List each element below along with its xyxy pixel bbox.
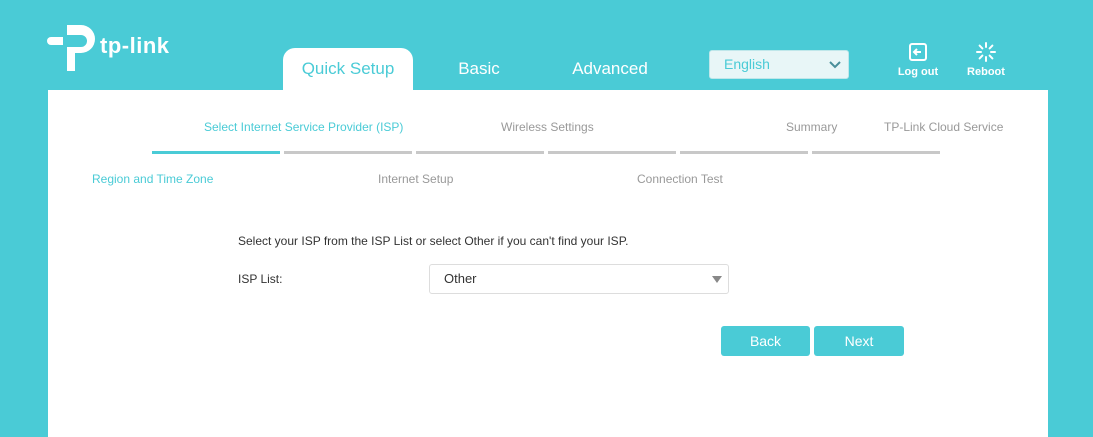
progress-segment [416,151,544,154]
step-internet-setup: Internet Setup [378,172,454,186]
main-panel: Select Internet Service Provider (ISP) W… [48,90,1048,437]
tab-quick-setup[interactable]: Quick Setup [283,48,413,90]
language-select[interactable]: English [709,50,849,79]
language-selected: English [724,56,770,72]
progress-segment [152,151,280,154]
step-region-time-zone: Region and Time Zone [92,172,214,186]
next-button[interactable]: Next [814,326,904,356]
reboot-icon [976,42,996,62]
isp-selected-value: Other [444,271,477,286]
brand-logo: tp-link [47,21,187,73]
step-tp-link-cloud: TP-Link Cloud Service [884,120,1004,134]
dropdown-arrow-icon [712,276,722,283]
step-summary: Summary [786,120,838,134]
reboot-button[interactable]: Reboot [956,42,1016,78]
progress-segment [680,151,808,154]
isp-list-label: ISP List: [238,272,283,286]
back-button[interactable]: Back [721,326,810,356]
logout-icon [909,43,927,61]
chevron-down-icon [829,61,841,69]
brand-name: tp-link [100,33,170,58]
logout-label: Log out [897,66,939,78]
reboot-label: Reboot [967,66,1005,78]
logout-button[interactable]: Log out [888,42,948,78]
tab-basic[interactable]: Basic [424,48,534,90]
step-wireless-settings: Wireless Settings [501,120,594,134]
progress-segment [284,151,412,154]
step-connection-test: Connection Test [637,172,723,186]
isp-list-select[interactable]: Other [429,264,729,294]
progress-segment [548,151,676,154]
isp-instructions: Select your ISP from the ISP List or sel… [238,234,629,248]
step-select-isp: Select Internet Service Provider (ISP) [204,120,404,134]
tab-advanced[interactable]: Advanced [555,48,665,90]
tp-link-logo-icon [47,25,95,71]
progress-segment [812,151,940,154]
